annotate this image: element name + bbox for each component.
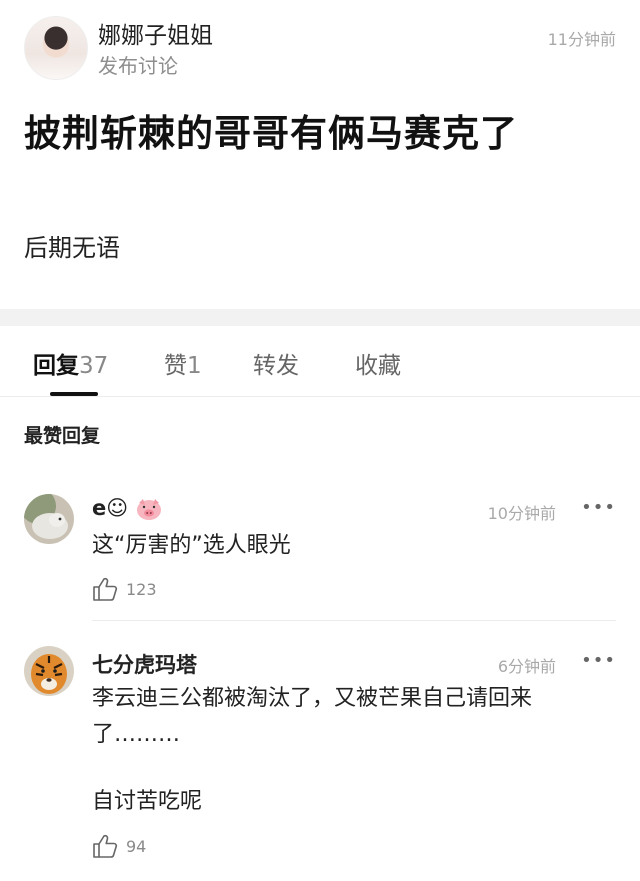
- like-count: 123: [126, 579, 157, 599]
- tab-likes-count: 1: [187, 353, 202, 379]
- more-dots-icon[interactable]: •••: [581, 650, 616, 671]
- tab-likes[interactable]: 赞1: [164, 346, 202, 380]
- tab-replies[interactable]: 回复37: [33, 346, 108, 380]
- tab-replies-label: 回复: [33, 353, 79, 379]
- tab-active-indicator: [50, 392, 98, 396]
- comment-timestamp: 10分钟前: [487, 504, 556, 523]
- commenter-name-text: e☺: [92, 496, 129, 520]
- comment-text-paragraph-2: 自讨苦吃呢: [92, 789, 203, 814]
- tab-likes-label: 赞: [164, 353, 187, 379]
- like-count: 94: [126, 836, 147, 856]
- tab-favorite-label: 收藏: [355, 353, 401, 379]
- commenter-name[interactable]: 七分虎玛塔: [92, 649, 197, 679]
- comment-text: 李云迪三公都被淘汰了，又被芒果自己请回来了………: [92, 686, 533, 747]
- comment-timestamp: 6分钟前: [497, 657, 556, 676]
- comment-divider: [92, 620, 616, 621]
- comment-text: 这“厉害的”选人眼光: [92, 533, 291, 558]
- post-timestamp: 11分钟前: [547, 30, 616, 49]
- tab-favorite[interactable]: 收藏: [355, 346, 401, 380]
- comment-item: 七分虎玛塔 6分钟前 ••• 李云迪三公都被淘汰了，又被芒果自己请回来了……… …: [0, 643, 640, 881]
- more-dots-icon[interactable]: •••: [581, 497, 616, 518]
- commenter-avatar[interactable]: [24, 646, 74, 696]
- like-button[interactable]: 123: [92, 576, 157, 602]
- thumbs-up-icon: [93, 834, 118, 858]
- author-avatar[interactable]: [24, 16, 88, 80]
- section-separator: [0, 309, 640, 326]
- comment-item: e☺ 10分钟前 ••• 这“厉害的”选人眼光 123: [0, 490, 640, 621]
- section-title-top-replies: 最赞回复: [24, 425, 101, 447]
- pig-face-icon: [137, 499, 162, 520]
- commenter-avatar[interactable]: [24, 494, 74, 544]
- commenter-name[interactable]: e☺: [92, 496, 163, 521]
- post-title: 披荆斩棘的哥哥有俩马赛克了: [24, 112, 518, 155]
- post-body: 后期无语: [24, 234, 120, 262]
- tab-forward[interactable]: 转发: [253, 346, 299, 380]
- post-kind-label: 发布讨论: [98, 54, 178, 78]
- author-name[interactable]: 娜娜子姐姐: [98, 16, 213, 50]
- thumbs-up-icon: [93, 577, 118, 601]
- tab-replies-count: 37: [79, 353, 109, 379]
- tab-forward-label: 转发: [253, 353, 299, 379]
- post-header: 娜娜子姐姐 发布讨论 11分钟前: [0, 0, 640, 90]
- like-button[interactable]: 94: [92, 833, 146, 859]
- tab-bar: 回复37 赞1 转发 收藏: [0, 326, 640, 397]
